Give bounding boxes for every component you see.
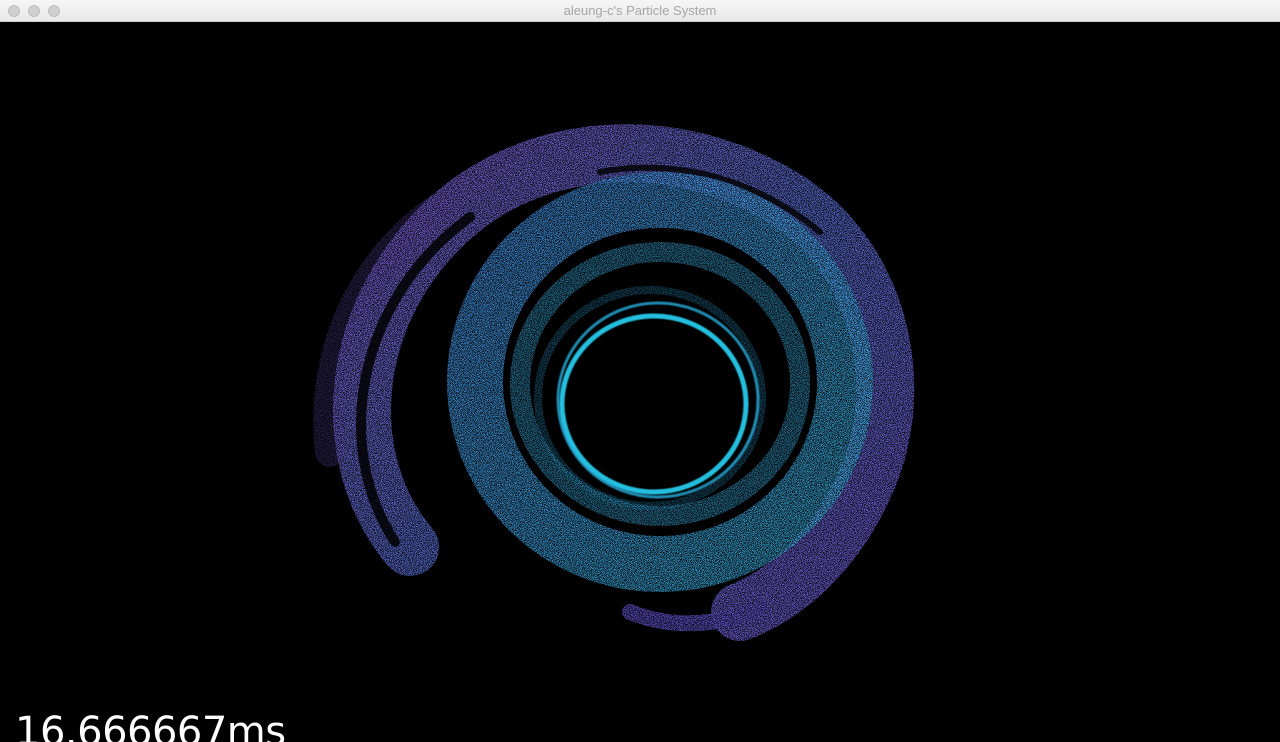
- frame-time-readout: 16.666667ms: [15, 709, 286, 742]
- particle-swirl: [313, 124, 915, 641]
- title-bar[interactable]: aleung-c's Particle System: [0, 0, 1280, 22]
- vortex-core: [568, 320, 740, 484]
- app-window: aleung-c's Particle System 16.666667ms: [0, 0, 1280, 742]
- window-title: aleung-c's Particle System: [563, 3, 717, 18]
- particle-canvas[interactable]: 16.666667ms: [0, 22, 1280, 742]
